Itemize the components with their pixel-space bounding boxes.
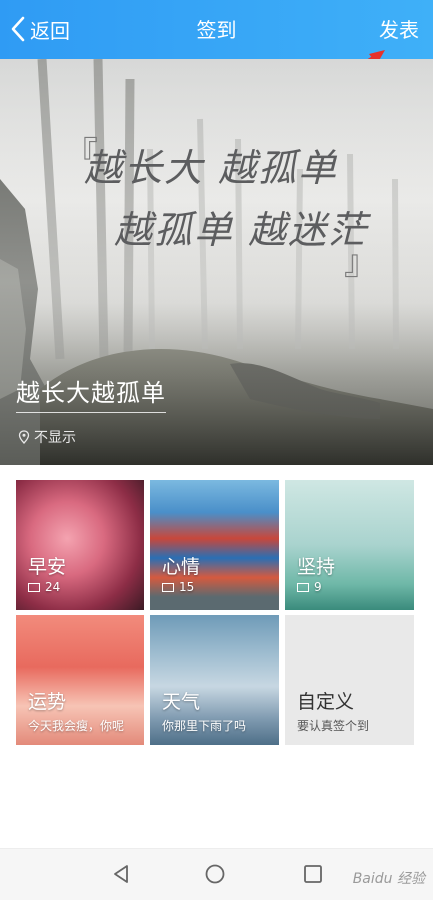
card-title: 心情 (162, 556, 201, 578)
watermark: Baidu 经验 (352, 871, 425, 887)
system-navigation-bar: Baidu 经验 (0, 848, 433, 900)
card-count: 24 (28, 580, 60, 594)
card-count: 15 (162, 580, 194, 594)
image-icon (162, 582, 174, 592)
location-label: 不显示 (34, 430, 76, 446)
image-icon (297, 582, 309, 592)
checkin-category-grid: 早安 24 心情 15 坚持 9 运势 今天我会瘦，你呢 天气 你那里下雨了吗 … (16, 480, 416, 748)
card-mood[interactable]: 心情 15 (150, 480, 279, 610)
card-count-value: 24 (45, 580, 61, 594)
square-recent-icon[interactable] (302, 863, 324, 885)
location-pin-icon (18, 430, 30, 444)
card-title: 运势 (28, 691, 67, 713)
page-title: 签到 (196, 18, 237, 42)
publish-button[interactable]: 发表 (379, 14, 419, 43)
card-subtitle: 你那里下雨了吗 (162, 719, 247, 733)
card-weather[interactable]: 天气 你那里下雨了吗 (150, 615, 279, 745)
hero-cover-image[interactable]: 『 越长大 越孤单 越孤单 越迷茫 』 越长大越孤单 不显示 (0, 59, 433, 465)
card-subtitle: 要认真签个到 (297, 719, 370, 733)
hero-quote-line-1: 越长大 越孤单 (84, 146, 339, 190)
card-good-morning[interactable]: 早安 24 (16, 480, 144, 610)
hero-quote-line-2: 越孤单 越迷茫 (114, 208, 369, 252)
card-title: 坚持 (297, 556, 336, 578)
card-subtitle: 今天我会瘦，你呢 (28, 719, 125, 733)
card-count-value: 9 (314, 580, 322, 594)
card-count-value: 15 (179, 580, 195, 594)
card-custom[interactable]: 自定义 要认真签个到 (285, 615, 414, 745)
location-selector[interactable]: 不显示 (18, 427, 76, 447)
card-title: 自定义 (297, 691, 355, 713)
image-icon (28, 582, 40, 592)
card-fortune[interactable]: 运势 今天我会瘦，你呢 (16, 615, 144, 745)
card-title: 天气 (162, 691, 201, 713)
card-title: 早安 (28, 556, 67, 578)
card-count: 9 (297, 580, 322, 594)
card-persist[interactable]: 坚持 9 (285, 480, 414, 610)
triangle-back-icon[interactable] (110, 863, 132, 885)
circle-home-icon[interactable] (204, 863, 226, 885)
quote-close-mark: 』 (344, 243, 378, 283)
hero-title[interactable]: 越长大越孤单 (16, 373, 166, 413)
